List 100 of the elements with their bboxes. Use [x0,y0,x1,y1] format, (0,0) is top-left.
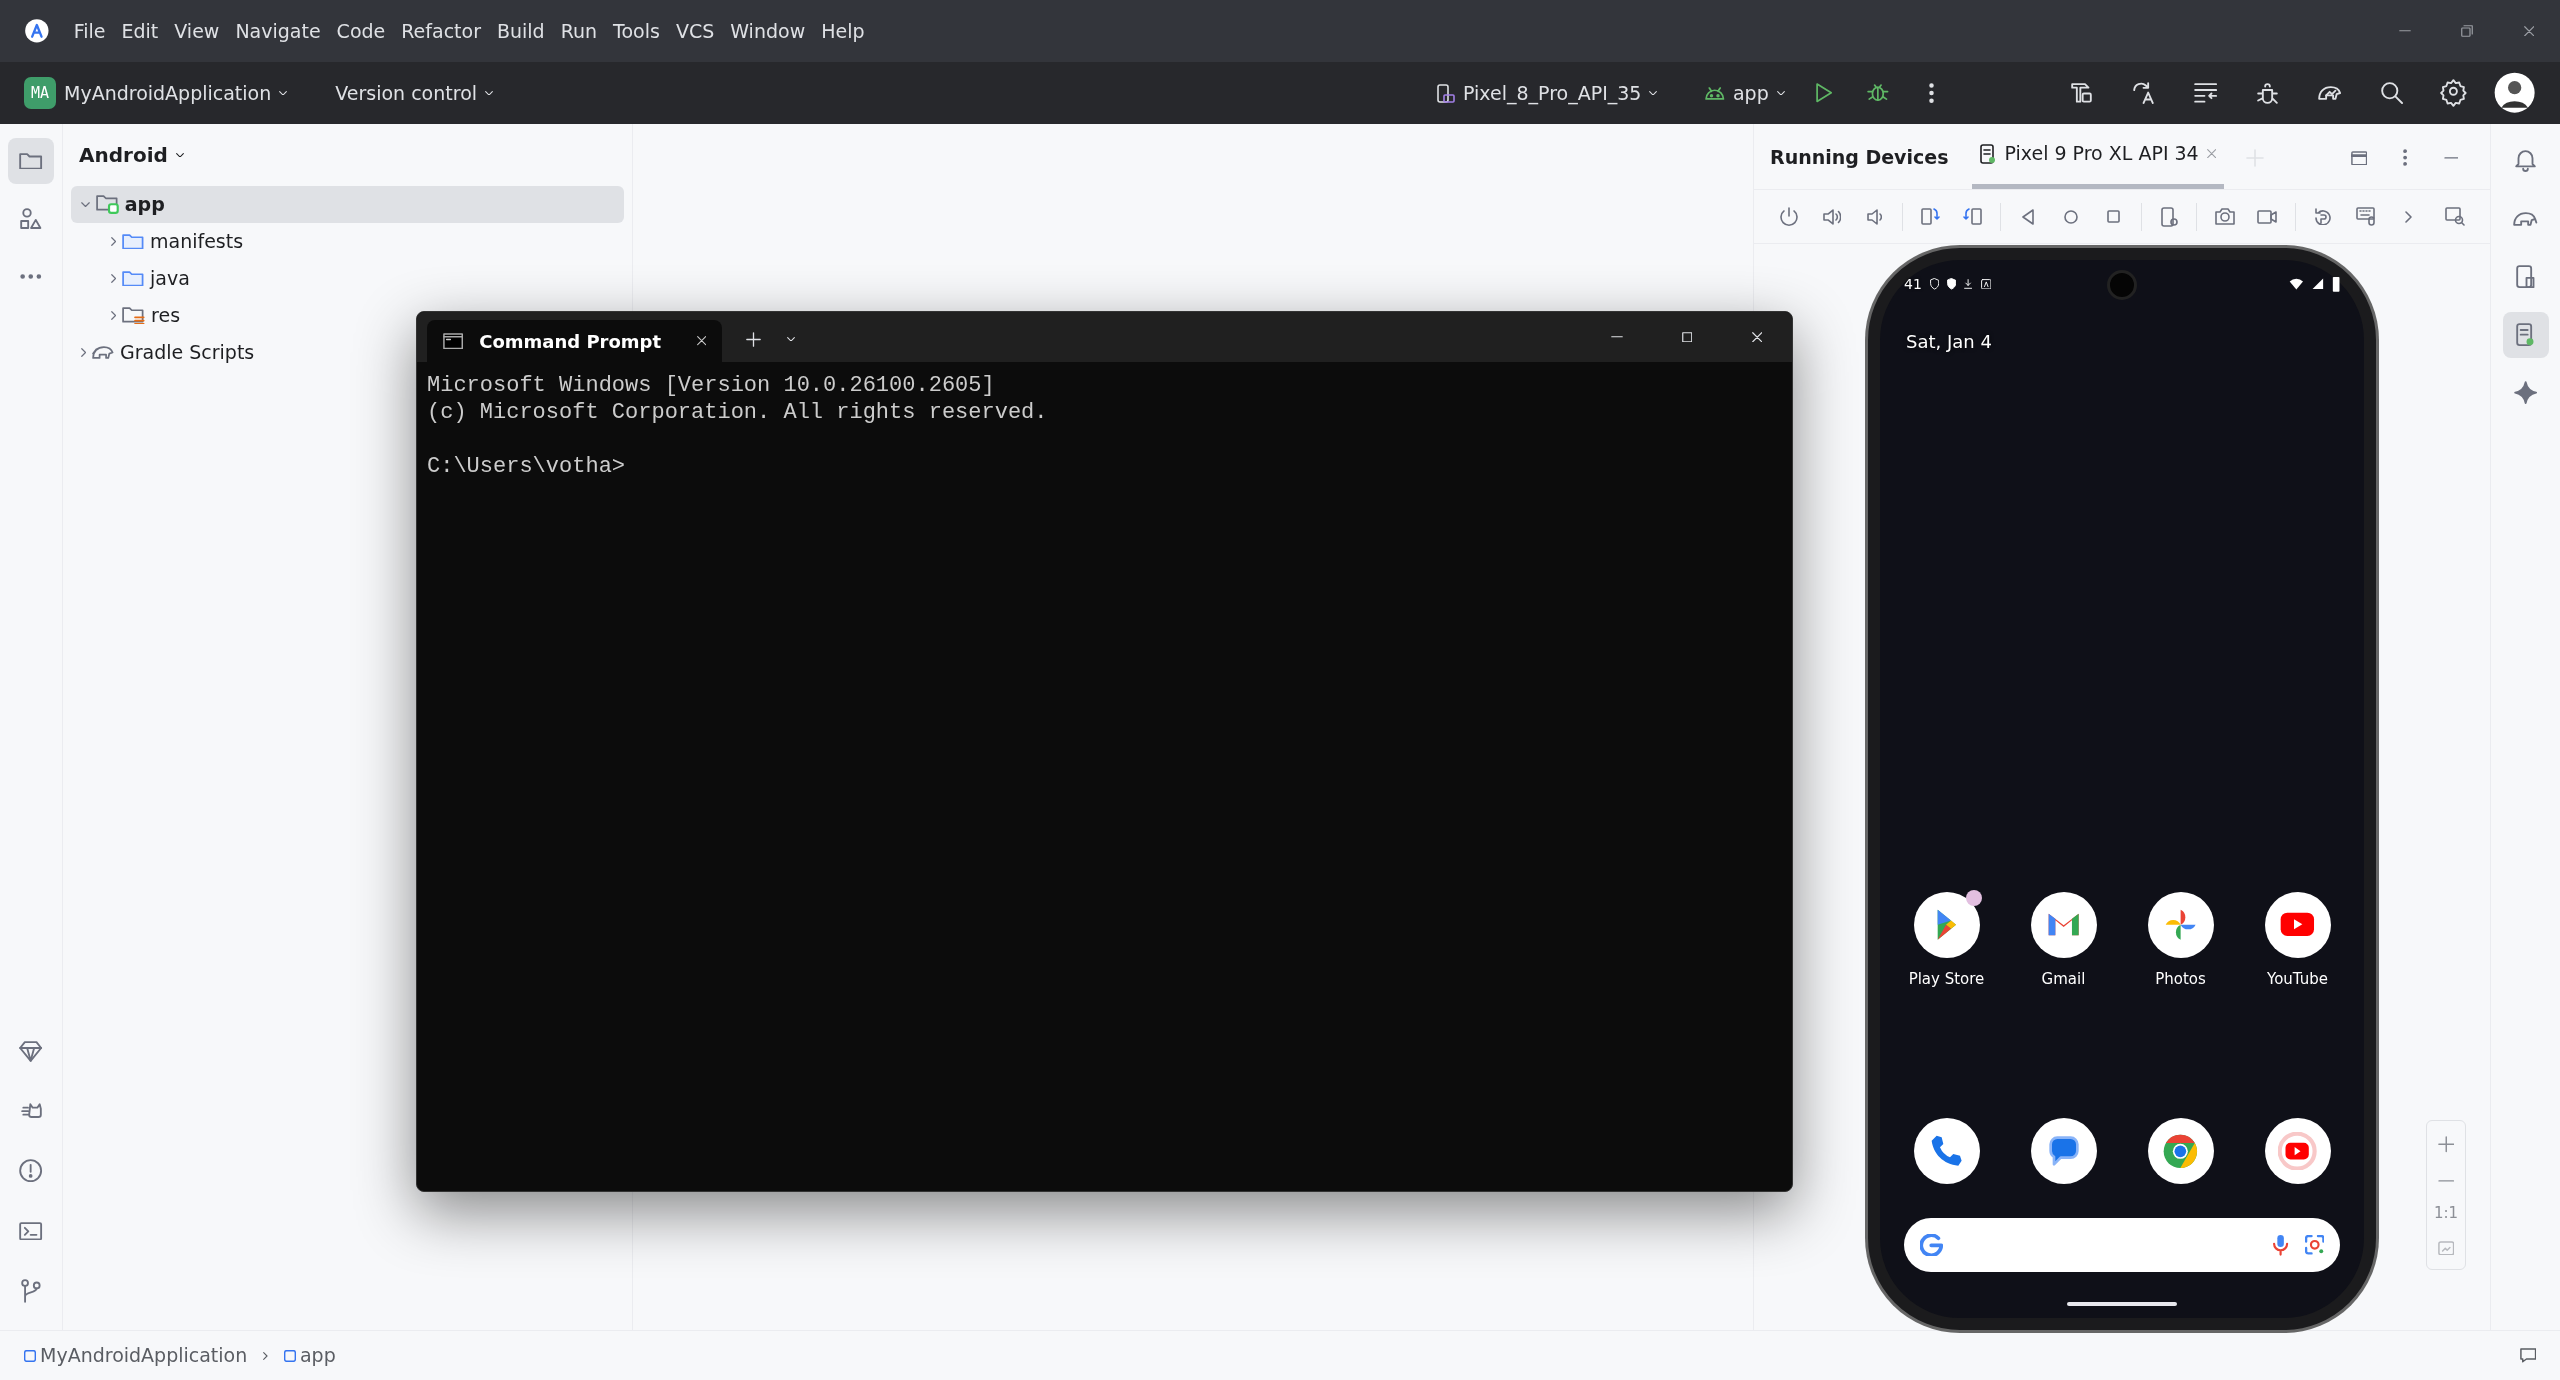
terminal-tab[interactable]: Command Prompt [427,320,722,362]
tree-item[interactable]: java [71,260,200,297]
chevron-down-icon[interactable] [81,201,90,208]
version-control-menu[interactable]: Version control [335,78,494,108]
running-device-tool-button[interactable] [2502,312,2549,358]
app-label: Photos [2155,968,2206,990]
play-circle-app-icon[interactable] [2278,1131,2317,1171]
signal-icon [2312,278,2324,290]
volume-up-icon [1822,208,1842,225]
bell-icon [2515,149,2536,173]
caret-icon [175,152,184,158]
plus-icon [745,331,761,347]
terminal-icon [19,1221,43,1241]
bug-arrow-icon [2257,82,2279,104]
build-icon [2071,83,2093,103]
menu-item[interactable]: VCS [667,16,723,46]
tree-item[interactable]: res [71,297,191,334]
menu-item[interactable]: Refactor [393,16,489,46]
device-settings-icon [2160,206,2178,227]
menu-item[interactable]: Edit [113,16,167,46]
battery-icon [2331,275,2340,293]
wifi-icon [2289,277,2304,291]
device-icon [1980,143,1997,164]
avatar-icon[interactable] [2492,71,2536,115]
shield-icon [1929,278,1940,290]
status-time: 41 [1904,274,1922,294]
device-selector[interactable]: Pixel_8_Pro_API_35 [1437,78,1658,108]
breadcrumb-item[interactable]: app [283,1341,336,1370]
tree-item[interactable]: manifests [71,223,254,260]
browser-app-icon[interactable] [2162,1132,2199,1170]
app-label: Play Store [1908,968,1985,990]
view-selector[interactable]: Android [71,132,624,178]
terminal-line: (c) Microsoft Corporation. All rights reserved. [427,399,1049,426]
menu-item[interactable]: Navigate [227,16,329,46]
resource-folder-icon [122,306,146,325]
chat-bubble-app-icon[interactable] [2048,1136,2079,1166]
project-icon [19,152,43,170]
gem-icon [19,1040,43,1062]
microphone-icon[interactable] [2273,1234,2289,1256]
keyboard-icon [2355,207,2375,226]
power-icon [1780,206,1799,227]
volume-down-icon [1866,208,1883,225]
reset-icon [2314,207,2331,226]
rotate-left-icon [1920,208,1940,225]
more-icon [2402,149,2408,167]
search-bar[interactable] [1904,1218,2340,1272]
translate-icon [2133,81,2155,105]
restore-icon [2461,25,2473,37]
run-configuration-selector[interactable]: app [1705,78,1785,108]
terminal-line: Microsoft Windows [Version 10.0.26100.2605] [427,372,996,399]
running-device-icon [2516,323,2535,347]
window-icon [2350,150,2368,166]
project-badge: MA [24,77,56,109]
warning-icon [19,1159,43,1183]
device-tab[interactable]: Pixel 9 Pro XL API 34 [1972,123,2224,189]
module-icon [24,1349,36,1362]
home-icon [2063,209,2078,224]
menu-item[interactable]: Help [813,16,873,46]
run-icon [1815,83,1832,103]
tree-item[interactable]: app [71,186,624,223]
search-icon [2380,81,2403,105]
lens-icon[interactable] [2304,1235,2324,1255]
menu-item[interactable]: Build [488,16,553,46]
project-tool-button[interactable] [8,138,54,184]
elephant-icon [2513,212,2538,226]
menu-item[interactable]: View [166,16,228,46]
breadcrumb-item[interactable]: MyAndroidApplication [24,1341,248,1370]
menu-item[interactable]: Tools [605,16,668,46]
chevron-right-icon[interactable] [111,311,117,320]
terminal-prompt: C:\Users\votha> [427,453,627,480]
overview-icon [2107,210,2120,223]
chevron-right-icon[interactable] [111,274,117,283]
chevron-right-icon [263,1351,268,1360]
chevron-right-icon[interactable] [111,237,117,246]
caret-icon [1776,90,1785,96]
pinwheel-app-icon[interactable] [2163,907,2198,942]
menu-item[interactable]: Code [328,16,394,46]
message-icon[interactable] [2519,1348,2536,1363]
video-play-app-icon[interactable] [2279,911,2316,938]
project-selector[interactable]: MA MyAndroidApplication [24,77,288,109]
caret-icon [485,90,494,96]
folder-icon [122,233,144,250]
caret-icon [1649,90,1658,96]
triangle-app-icon[interactable] [1935,907,1958,942]
app-label: YouTube [2267,968,2328,990]
screen-search-icon [2444,207,2465,226]
back-icon [2022,208,2035,225]
mail-app-icon[interactable] [2046,912,2081,937]
camera-icon [2214,208,2235,225]
close-icon [2523,25,2535,37]
fit-screen-icon [2437,1240,2455,1256]
menu-item[interactable]: File [65,16,114,46]
menu-item[interactable]: Window [722,16,814,46]
more-icon [1929,82,1935,104]
chevron-right-icon[interactable] [81,348,87,357]
date-text: Sat, Jan 4 [1906,330,1992,354]
tree-item[interactable]: Gradle Scripts [71,334,265,371]
menu-item[interactable]: Run [552,16,606,46]
phone-app-icon[interactable] [1929,1134,1964,1168]
chevron-right-icon [2404,210,2412,223]
